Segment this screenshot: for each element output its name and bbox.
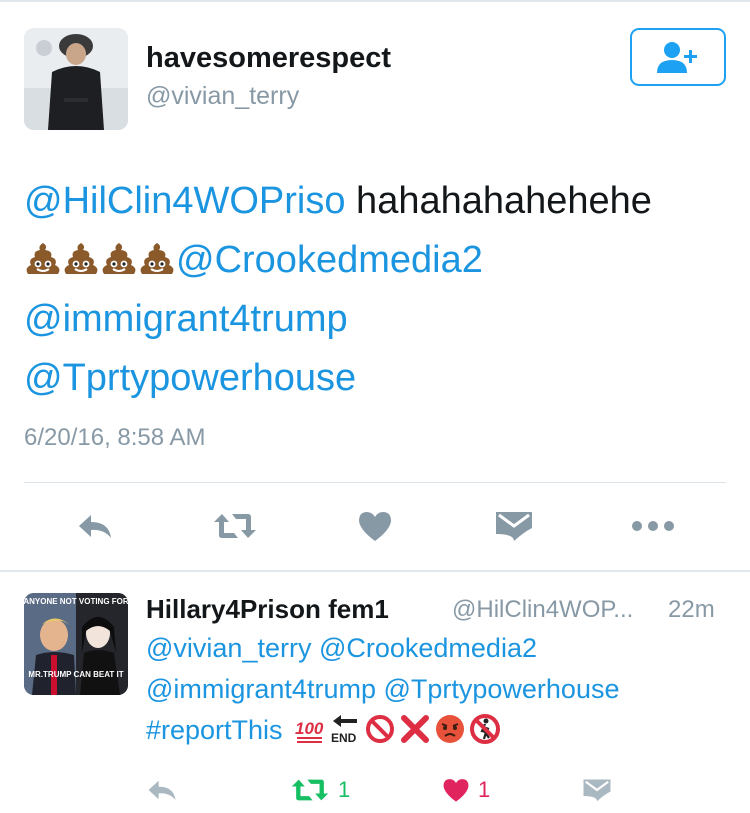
reply-actions: 1 1 — [0, 770, 750, 810]
display-name[interactable]: havesomerespect — [146, 42, 391, 75]
mention-link[interactable]: @HilClin4WOPriso — [24, 180, 346, 222]
like-icon — [359, 512, 391, 541]
hundred-points-icon: 100 — [295, 719, 324, 743]
reply-direct-message-button[interactable] — [582, 770, 612, 810]
avatar-photo — [24, 28, 128, 130]
pouting-face-icon — [436, 715, 465, 743]
reply-reply-button[interactable] — [146, 770, 178, 810]
user-handle[interactable]: @vivian_terry — [146, 82, 299, 111]
reply-display-name[interactable]: Hillary4Prison fem1 — [146, 594, 389, 625]
retweet-icon — [214, 514, 256, 538]
divider — [24, 482, 726, 483]
pile-of-poo-icon — [64, 243, 98, 274]
avatar-caption-top: ANYONE NOT VOTING FOR — [24, 597, 128, 606]
pile-of-poo-icon — [26, 243, 60, 274]
tweet-text: @HilClin4WOPriso hahahahahehehe @Crooked… — [24, 172, 724, 408]
tweet-text-laugh: hahahahahehehe — [345, 180, 652, 222]
tweet-timestamp: 6/20/16, 8:58 AM — [24, 424, 206, 451]
reply-button[interactable] — [70, 500, 120, 552]
reply-retweet-button[interactable]: 1 — [290, 770, 350, 810]
reply-like-button[interactable]: 1 — [442, 770, 490, 810]
like-button[interactable] — [350, 500, 400, 552]
pile-of-poo-icon — [140, 243, 174, 274]
more-button[interactable] — [628, 500, 678, 552]
reply-mentions-line2[interactable]: @immigrant4trump @Tprtypowerhouse — [146, 674, 619, 704]
direct-message-icon — [583, 779, 611, 802]
reply-icon — [79, 515, 111, 538]
like-icon — [443, 779, 469, 802]
direct-message-button[interactable] — [489, 500, 539, 552]
reply-mentions-line1[interactable]: @vivian_terry @Crookedmedia2 — [146, 633, 537, 663]
emoji-row — [24, 240, 176, 278]
mention-link[interactable]: @Tprtypowerhouse — [24, 357, 356, 399]
divider — [0, 570, 750, 572]
end-arrow-icon: END — [331, 715, 358, 745]
mention-link[interactable]: @immigrant4trump — [24, 298, 348, 340]
svg-text:100: 100 — [295, 719, 324, 738]
retweet-count: 1 — [338, 777, 351, 802]
avatar-caption-bottom: MR.TRUMP CAN BEAT IT — [28, 670, 123, 679]
avatar[interactable] — [24, 28, 128, 130]
reply-user-handle[interactable]: @HilClin4WOP... — [452, 596, 633, 624]
follow-button[interactable] — [630, 28, 726, 86]
more-icon — [632, 521, 674, 531]
reply-text: @vivian_terry @Crookedmedia2 @immigrant4… — [146, 628, 736, 751]
mention-link[interactable]: @Crookedmedia2 — [176, 239, 483, 281]
cross-mark-icon — [401, 715, 430, 743]
hashtag-link[interactable]: #reportThis — [146, 715, 283, 745]
reply-timestamp: 22m — [668, 596, 715, 623]
prohibited-icon — [366, 715, 395, 743]
retweet-button[interactable] — [210, 500, 260, 552]
like-count: 1 — [478, 777, 491, 802]
reply-avatar[interactable]: ANYONE NOT VOTING FOR MR.TRUMP CAN BEAT … — [24, 593, 128, 695]
reply-avatar-photo: ANYONE NOT VOTING FOR MR.TRUMP CAN BEAT … — [24, 593, 128, 695]
reply-icon — [148, 780, 176, 801]
pile-of-poo-icon — [102, 243, 136, 274]
svg-text:END: END — [331, 731, 357, 745]
add-user-icon — [657, 42, 697, 73]
retweet-icon — [291, 779, 329, 801]
reply-emoji-row: 100 END — [294, 713, 501, 745]
direct-message-icon — [496, 512, 532, 541]
top-divider — [0, 0, 750, 2]
no-pedestrians-icon — [470, 714, 501, 744]
tweet-actions — [0, 500, 750, 552]
